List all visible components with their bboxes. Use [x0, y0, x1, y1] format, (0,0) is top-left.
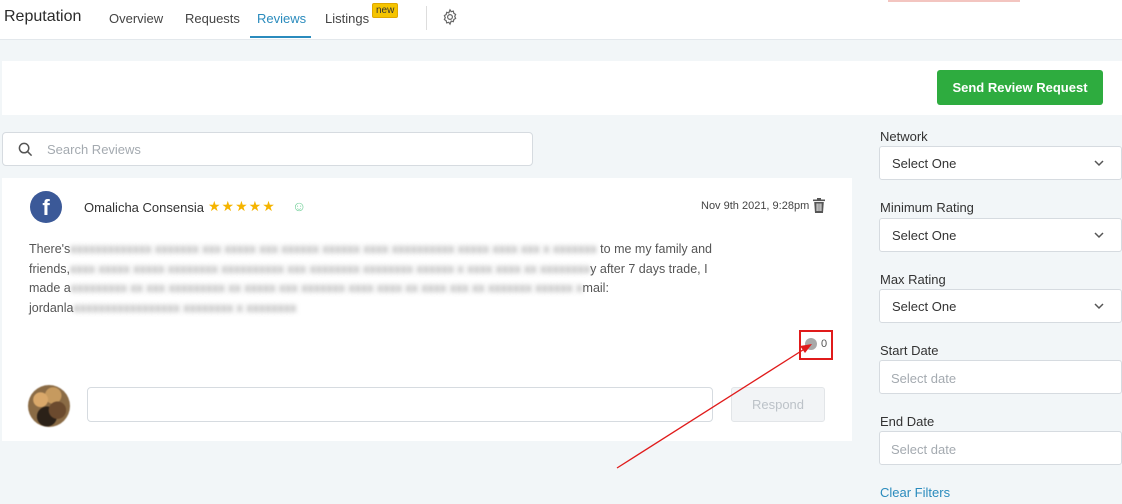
redacted-text: xxxxxxxxx xx xxx xxxxxxxxx xx xxxxx xxx …	[70, 281, 583, 295]
review-card: f Omalicha Consensia ★★★★★ ☺ Nov 9th 202…	[2, 178, 852, 441]
reviewer-name: Omalicha Consensia	[84, 200, 204, 215]
respond-input[interactable]	[87, 387, 713, 422]
end-date-field[interactable]	[879, 431, 1122, 465]
tab-listings[interactable]: Listings	[325, 11, 369, 26]
tab-overview[interactable]: Overview	[109, 11, 163, 26]
minimum-rating-select[interactable]: Select One	[879, 218, 1122, 252]
star-rating: ★★★★★	[208, 198, 276, 214]
comment-icon	[805, 338, 817, 350]
active-tab-indicator	[250, 36, 311, 38]
new-badge: new	[372, 3, 399, 18]
smiley-icon: ☺	[292, 198, 307, 214]
nav-divider	[426, 6, 427, 30]
start-date-label: Start Date	[880, 343, 939, 358]
chevron-down-icon	[1094, 232, 1104, 239]
redacted-text: xxxxxxxxxxxxxxxxx xxxxxxxx x xxxxxxxx	[73, 300, 297, 315]
chevron-down-icon	[1094, 160, 1104, 167]
clear-filters-link[interactable]: Clear Filters	[880, 485, 950, 500]
gear-icon[interactable]	[441, 8, 459, 26]
minimum-rating-label: Minimum Rating	[880, 200, 974, 215]
network-select-value: Select One	[892, 156, 957, 171]
respond-button[interactable]: Respond	[731, 387, 825, 422]
max-rating-select[interactable]: Select One	[879, 289, 1122, 323]
end-date-label: End Date	[880, 414, 935, 429]
review-text: There'sxxxxxxxxxxxxx xxxxxxx xxx xxxxx x…	[29, 242, 713, 315]
end-date-input[interactable]	[891, 439, 1111, 459]
minimum-rating-value: Select One	[892, 228, 957, 243]
chevron-down-icon	[1094, 303, 1104, 310]
max-rating-label: Max Rating	[880, 272, 946, 287]
tab-requests[interactable]: Requests	[185, 11, 240, 26]
trash-icon[interactable]	[812, 198, 826, 213]
search-icon	[18, 142, 33, 157]
network-select[interactable]: Select One	[879, 146, 1122, 180]
comment-count-highlight[interactable]: 0	[799, 330, 833, 360]
send-review-request-button[interactable]: Send Review Request	[937, 70, 1103, 105]
redacted-text: xxxx xxxxx xxxxx xxxxxxxx xxxxxxxxxx xxx…	[70, 261, 591, 276]
tab-reviews[interactable]: Reviews	[257, 11, 306, 26]
search-box[interactable]	[2, 132, 533, 166]
review-date: Nov 9th 2021, 9:28pm	[701, 200, 810, 212]
start-date-field[interactable]	[879, 360, 1122, 394]
top-right-indicator	[888, 0, 1020, 2]
start-date-input[interactable]	[891, 368, 1111, 388]
app-title: Reputation	[4, 8, 82, 25]
max-rating-value: Select One	[892, 299, 957, 314]
facebook-icon: f	[30, 191, 62, 223]
top-navigation-bar: Reputation Overview Requests Reviews Lis…	[0, 0, 1122, 40]
redacted-text: xxxxxxxxxxxxx xxxxxxx xxx xxxxx xxx xxxx…	[70, 242, 601, 256]
comment-count: 0	[821, 338, 828, 350]
network-label: Network	[880, 129, 928, 144]
search-input[interactable]	[47, 139, 517, 159]
avatar	[28, 385, 70, 427]
